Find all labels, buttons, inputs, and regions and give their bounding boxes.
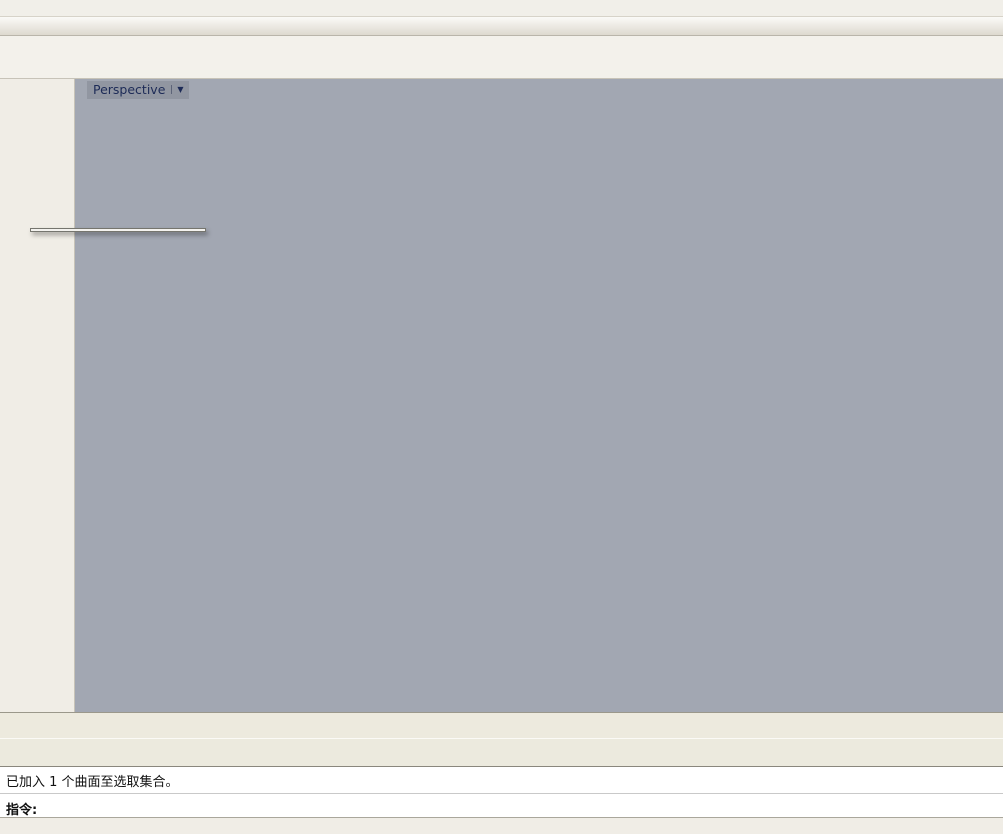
viewport-title[interactable]: Perspective ▼ [87,81,189,99]
perspective-viewport[interactable]: Perspective ▼ [75,79,1003,712]
left-tool-sidebar [0,79,75,712]
chevron-down-icon[interactable]: ▼ [171,85,183,94]
sidebar-column-a [0,79,37,712]
rhino-app-window: { "menu": { "items": ["文件(F)","编辑(E)","查… [0,0,1003,834]
viewport-tab-bar [0,712,1003,738]
toolbar-tab-row [0,17,1003,36]
sidebar-column-b [37,79,74,712]
surface-flyout-toolbar [30,228,206,232]
osnap-bar [0,738,1003,766]
status-bar [0,817,1003,834]
viewport-title-label: Perspective [93,82,165,97]
main-area: Perspective ▼ [0,79,1003,712]
command-history-line: 已加入 1 个曲面至选取集合。 [0,767,1003,794]
main-toolbar [0,36,1003,79]
3d-mesh-model[interactable] [75,79,375,229]
command-area[interactable]: 已加入 1 个曲面至选取集合。 指令: [0,766,1003,817]
menu-bar [0,0,1003,17]
